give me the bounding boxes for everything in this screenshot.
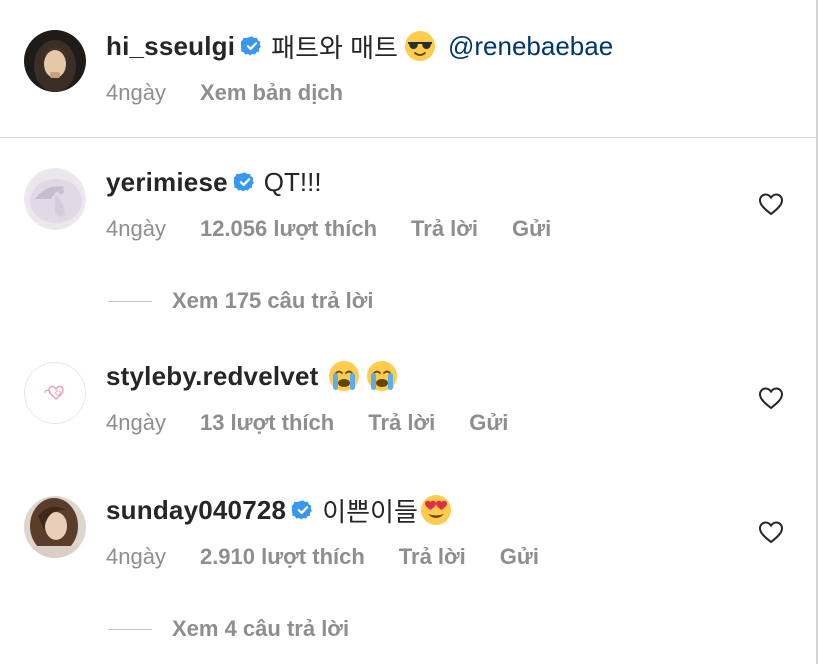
reply-button[interactable]: Trả lời xyxy=(399,544,466,570)
crying-emoji-icon xyxy=(366,360,398,392)
username[interactable]: sunday040728 xyxy=(106,495,286,526)
view-replies-label[interactable]: Xem 175 câu trả lời xyxy=(172,288,374,314)
post-caption: hi_sseulgi 패트와 매트 @renebaebae 4ngày Xem … xyxy=(0,0,816,138)
likes-count[interactable]: 13 lượt thích xyxy=(200,410,334,436)
send-button[interactable]: Gửi xyxy=(512,216,551,242)
crying-emoji-icon xyxy=(328,360,360,392)
send-button[interactable]: Gửi xyxy=(469,410,508,436)
comment-row: yerimiese QT!!! xyxy=(106,164,322,200)
caption-meta: 4ngày Xem bản dịch xyxy=(106,78,377,108)
avatar-logo xyxy=(25,363,85,423)
verified-badge-icon xyxy=(233,171,256,193)
verified-badge-icon xyxy=(241,35,263,57)
username[interactable]: hi_sseulgi xyxy=(106,31,235,62)
view-replies-button[interactable]: Xem 4 câu trả lời xyxy=(108,614,349,644)
heart-eyes-emoji-icon xyxy=(420,494,452,526)
comment-meta: 4ngày 12.056 lượt thích Trả lời Gửi xyxy=(106,214,585,244)
comment-meta: 4ngày 13 lượt thích Trả lời Gửi xyxy=(106,408,542,438)
sunglasses-emoji-icon xyxy=(404,30,436,62)
avatar[interactable] xyxy=(24,30,86,92)
timestamp[interactable]: 4ngày xyxy=(106,544,166,570)
likes-count[interactable]: 12.056 lượt thích xyxy=(200,216,377,242)
comment-row: sunday040728 이쁜이들 xyxy=(106,492,452,528)
reply-button[interactable]: Trả lời xyxy=(368,410,435,436)
mention-link[interactable]: @renebaebae xyxy=(448,31,613,62)
timestamp[interactable]: 4ngày xyxy=(106,410,166,436)
comment-text: QT!!! xyxy=(263,166,322,197)
username[interactable]: styleby.redvelvet xyxy=(106,361,318,392)
view-replies-button[interactable]: Xem 175 câu trả lời xyxy=(108,286,374,316)
timestamp[interactable]: 4ngày xyxy=(106,80,166,106)
send-button[interactable]: Gửi xyxy=(500,544,539,570)
reply-button[interactable]: Trả lời xyxy=(411,216,478,242)
username[interactable]: yerimiese xyxy=(106,167,228,198)
avatar-photo xyxy=(25,169,85,229)
view-replies-label[interactable]: Xem 4 câu trả lời xyxy=(172,616,349,642)
avatar-photo xyxy=(24,496,86,558)
comment-row: styleby.redvelvet xyxy=(106,358,398,394)
avatar[interactable] xyxy=(24,362,86,424)
replies-divider xyxy=(108,300,152,302)
comment-text: 이쁜이들 xyxy=(322,496,418,527)
see-translation-button[interactable]: Xem bản dịch xyxy=(200,80,343,106)
like-heart-icon[interactable] xyxy=(758,192,784,216)
replies-divider xyxy=(108,628,152,630)
verified-badge-icon xyxy=(292,499,314,521)
avatar-photo xyxy=(24,30,86,92)
comment-meta: 4ngày 2.910 lượt thích Trả lời Gửi xyxy=(106,542,573,572)
like-heart-icon[interactable] xyxy=(758,386,784,410)
likes-count[interactable]: 2.910 lượt thích xyxy=(200,544,365,570)
like-heart-icon[interactable] xyxy=(758,520,784,544)
avatar[interactable] xyxy=(24,496,86,558)
avatar[interactable] xyxy=(24,168,86,230)
timestamp[interactable]: 4ngày xyxy=(106,216,166,242)
caption-text: 패트와 매트 xyxy=(271,32,398,63)
